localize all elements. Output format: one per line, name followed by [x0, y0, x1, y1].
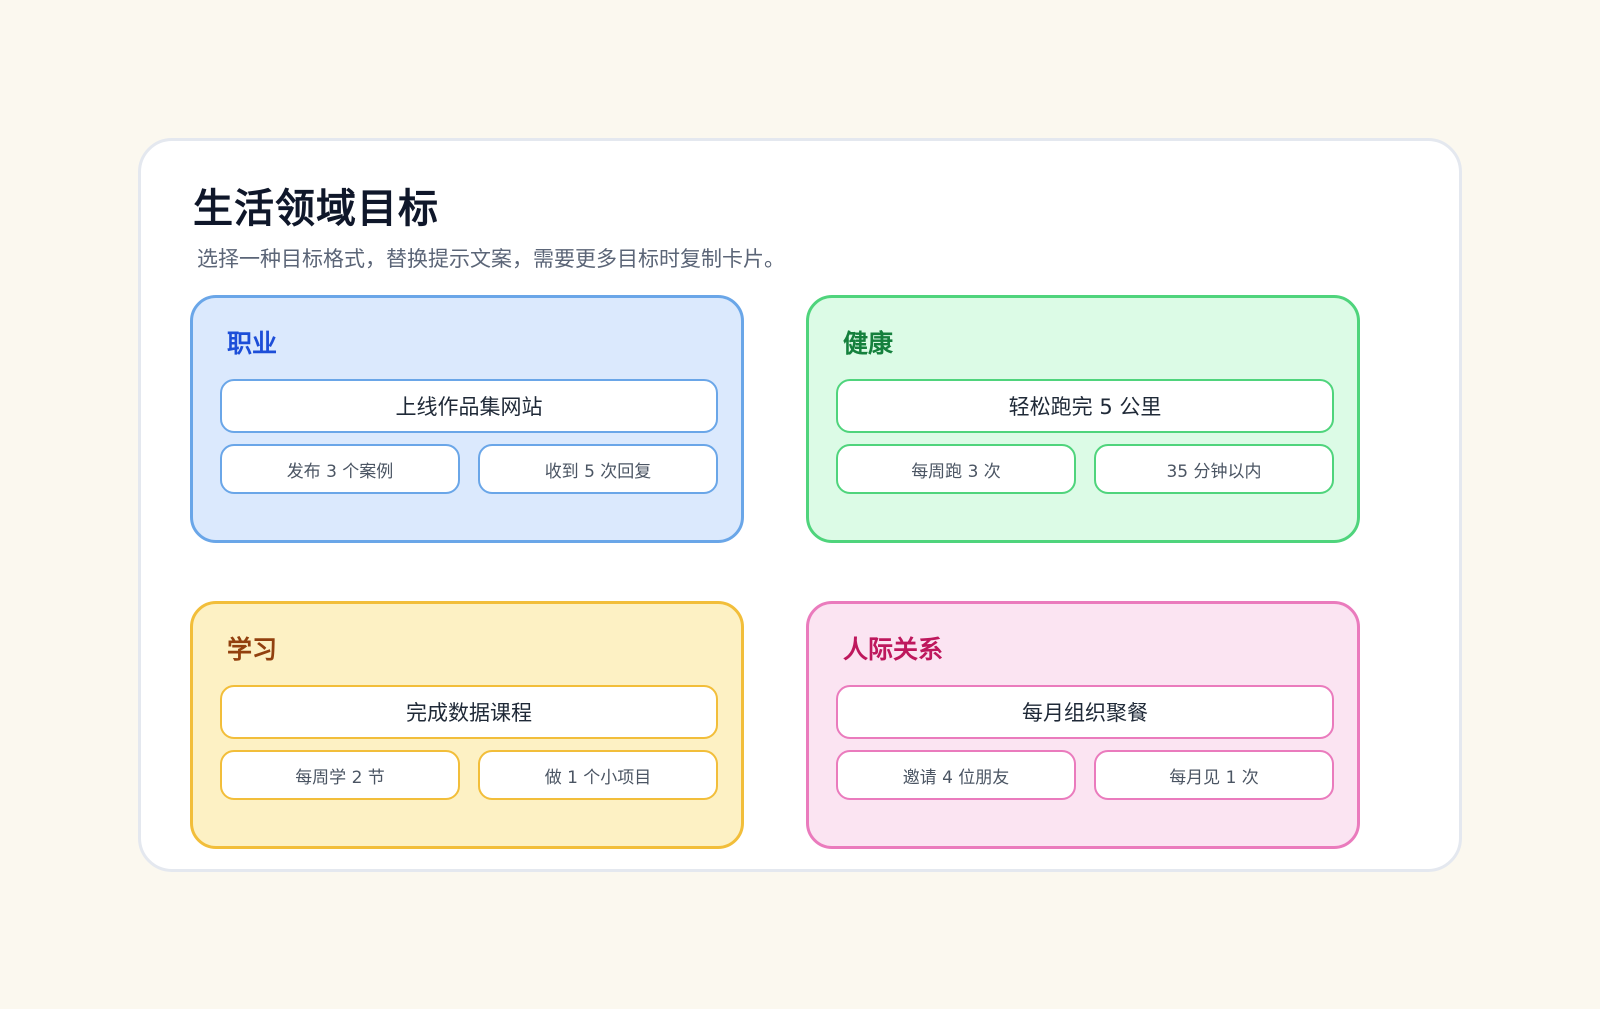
goal-relationships[interactable]: 每月组织聚餐: [836, 685, 1334, 739]
area-title-health: 健康: [843, 329, 894, 358]
metric-relationships-1[interactable]: 邀请 4 位朋友: [836, 750, 1076, 800]
metric-health-2[interactable]: 35 分钟以内: [1094, 444, 1334, 494]
goal-learning[interactable]: 完成数据课程: [220, 685, 718, 739]
area-card-learning: 学习 完成数据课程 每周学 2 节 做 1 个小项目: [190, 601, 744, 849]
metric-health-1[interactable]: 每周跑 3 次: [836, 444, 1076, 494]
area-title-learning: 学习: [227, 635, 278, 664]
page-subtitle: 选择一种目标格式，替换提示文案，需要更多目标时复制卡片。: [197, 247, 785, 271]
area-title-relationships: 人际关系: [843, 635, 944, 664]
metric-learning-2[interactable]: 做 1 个小项目: [478, 750, 718, 800]
page-title: 生活领域目标: [193, 186, 439, 232]
area-card-career: 职业 上线作品集网站 发布 3 个案例 收到 5 次回复: [190, 295, 744, 543]
area-title-career: 职业: [227, 329, 278, 358]
metric-career-1[interactable]: 发布 3 个案例: [220, 444, 460, 494]
area-card-relationships: 人际关系 每月组织聚餐 邀请 4 位朋友 每月见 1 次: [806, 601, 1360, 849]
area-card-health: 健康 轻松跑完 5 公里 每周跑 3 次 35 分钟以内: [806, 295, 1360, 543]
metric-learning-1[interactable]: 每周学 2 节: [220, 750, 460, 800]
metric-career-2[interactable]: 收到 5 次回复: [478, 444, 718, 494]
goal-health[interactable]: 轻松跑完 5 公里: [836, 379, 1334, 433]
goal-career[interactable]: 上线作品集网站: [220, 379, 718, 433]
metric-relationships-2[interactable]: 每月见 1 次: [1094, 750, 1334, 800]
